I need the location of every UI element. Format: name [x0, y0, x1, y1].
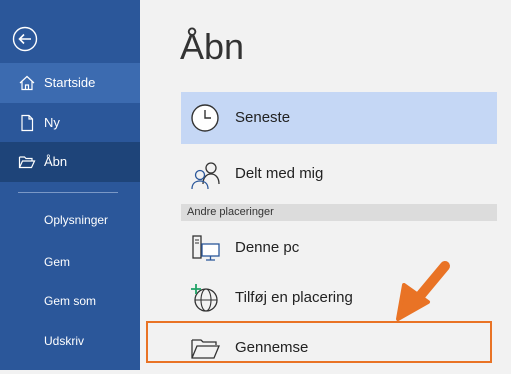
location-seneste[interactable]: Seneste	[181, 92, 497, 144]
globe-add-icon	[191, 284, 218, 312]
location-denne-pc[interactable]: Denne pc	[181, 222, 497, 274]
sidebar-item-oplysninger[interactable]: Oplysninger	[44, 213, 108, 227]
open-folder-icon	[18, 156, 36, 169]
location-label: Delt med mig	[235, 165, 324, 182]
computer-icon	[192, 235, 220, 261]
open-panel: Åbn Seneste Delt med mig Andre placering…	[140, 0, 511, 370]
sidebar-item-ny[interactable]: Ny	[0, 103, 140, 143]
sidebar-item-abn[interactable]: Åbn	[0, 142, 140, 182]
sidebar-item-label: Åbn	[44, 154, 68, 169]
sidebar-item-startside[interactable]: Startside	[0, 63, 140, 103]
location-label: Tilføj en placering	[235, 289, 353, 306]
highlight-box	[146, 321, 492, 363]
section-header: Andre placeringer	[181, 204, 497, 221]
home-icon	[19, 75, 35, 91]
location-delt-med-mig[interactable]: Delt med mig	[181, 148, 497, 200]
sidebar-item-gem[interactable]: Gem	[44, 255, 70, 269]
people-icon	[191, 162, 220, 190]
backstage-sidebar: Startside Ny Åbn Oplysninger Gem Gem som…	[0, 0, 140, 370]
clock-icon	[191, 104, 219, 132]
new-document-icon	[21, 114, 34, 132]
page-title: Åbn	[180, 26, 245, 67]
sidebar-item-gem-som[interactable]: Gem som	[44, 294, 96, 308]
location-tilfoej-en-placering[interactable]: Tilføj en placering	[181, 272, 497, 324]
sidebar-item-label: Ny	[44, 115, 60, 130]
sidebar-item-udskriv[interactable]: Udskriv	[44, 334, 84, 348]
back-arrow-circle-icon[interactable]	[12, 26, 38, 52]
sidebar-divider	[18, 192, 118, 193]
sidebar-item-label: Startside	[44, 75, 96, 90]
section-header-label: Andre placeringer	[187, 206, 274, 218]
location-label: Seneste	[235, 109, 291, 126]
location-label: Denne pc	[235, 239, 300, 256]
